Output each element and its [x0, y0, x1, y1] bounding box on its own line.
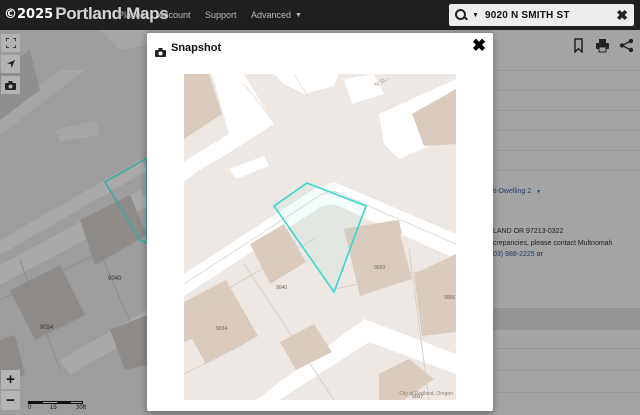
search-type-dropdown-icon[interactable]: ▼ — [472, 12, 479, 19]
brand-name: Portland Maps — [55, 4, 169, 23]
divider — [493, 170, 640, 171]
scale-label: 0 — [28, 405, 32, 411]
lot-label: 9006 — [444, 295, 456, 301]
chevron-down-icon: ▼ — [536, 189, 542, 195]
contact-suffix: or — [534, 251, 543, 258]
scale-label: 30ft — [76, 405, 87, 411]
divider — [493, 150, 640, 151]
zoning-label: ti-Dwelling 2 — [493, 188, 532, 195]
panel-toolbar — [571, 38, 634, 54]
section-header — [493, 308, 640, 330]
contact-line: 03) 988-2225 or — [493, 251, 543, 258]
divider — [493, 110, 640, 111]
map-scale-bar: 0 15 30ft — [28, 398, 88, 412]
camera-icon[interactable] — [1, 76, 20, 94]
search-icon[interactable] — [455, 9, 467, 21]
divider — [493, 90, 640, 91]
zoom-out-button[interactable]: − — [1, 391, 20, 410]
nav-places[interactable]: Places — [118, 0, 145, 30]
property-details-panel: ti-Dwelling 2 ▼ LAND OR 97213-0322 crepa… — [493, 30, 640, 415]
map-attribution: City of Portland, Oregon — [399, 391, 453, 397]
search-bar[interactable]: ▼ 9020 N SMITH ST ✖ — [449, 4, 634, 26]
divider — [493, 70, 640, 71]
phone-link[interactable]: 03) 988-2225 — [493, 251, 535, 258]
snapshot-map-canvas — [184, 74, 456, 400]
divider — [493, 348, 640, 349]
top-navbar: ©2025 Portland Maps Places Account Suppo… — [0, 0, 640, 30]
lot-label: 9020 — [374, 265, 386, 271]
modal-title: Snapshot — [171, 42, 222, 54]
nav-advanced[interactable]: Advanced ▼ — [251, 0, 302, 30]
map-lot-label: 9040 — [108, 276, 122, 282]
chevron-down-icon: ▼ — [295, 11, 302, 19]
snapshot-modal: Snapshot ✖ N St... 9040 9034 9020 9006 9… — [147, 33, 493, 411]
lot-label: 9034 — [216, 326, 228, 332]
close-icon[interactable]: ✖ — [471, 37, 487, 55]
search-input[interactable]: 9020 N SMITH ST — [485, 10, 570, 21]
fullscreen-icon[interactable] — [1, 34, 20, 52]
lot-label: 9040 — [276, 285, 288, 291]
zoom-in-button[interactable]: + — [1, 370, 20, 389]
scale-bar-graphic — [28, 401, 83, 404]
nav-support[interactable]: Support — [205, 0, 237, 30]
nav-account[interactable]: Account — [158, 0, 191, 30]
mailing-address: LAND OR 97213-0322 — [493, 228, 564, 235]
divider — [493, 370, 640, 371]
nav-advanced-label: Advanced — [251, 10, 292, 20]
copyright-label: ©2025 — [4, 6, 54, 22]
bookmark-icon[interactable] — [571, 38, 586, 54]
map-lot-label: 9034 — [40, 325, 54, 331]
divider — [493, 392, 640, 393]
modal-header: Snapshot ✖ — [147, 33, 493, 65]
scale-label: 15 — [50, 405, 57, 411]
locate-icon[interactable] — [1, 55, 20, 73]
snapshot-map-image: N St... 9040 9034 9020 9006 9007 City of… — [184, 74, 456, 400]
close-icon[interactable]: ✖ — [616, 7, 628, 23]
divider — [493, 130, 640, 131]
share-icon[interactable] — [619, 38, 634, 53]
zoning-link[interactable]: ti-Dwelling 2 ▼ — [493, 188, 541, 195]
discrepancy-note: crepancies, please contact Multnomah — [493, 240, 613, 247]
camera-icon — [155, 44, 166, 57]
print-icon[interactable] — [595, 38, 610, 53]
